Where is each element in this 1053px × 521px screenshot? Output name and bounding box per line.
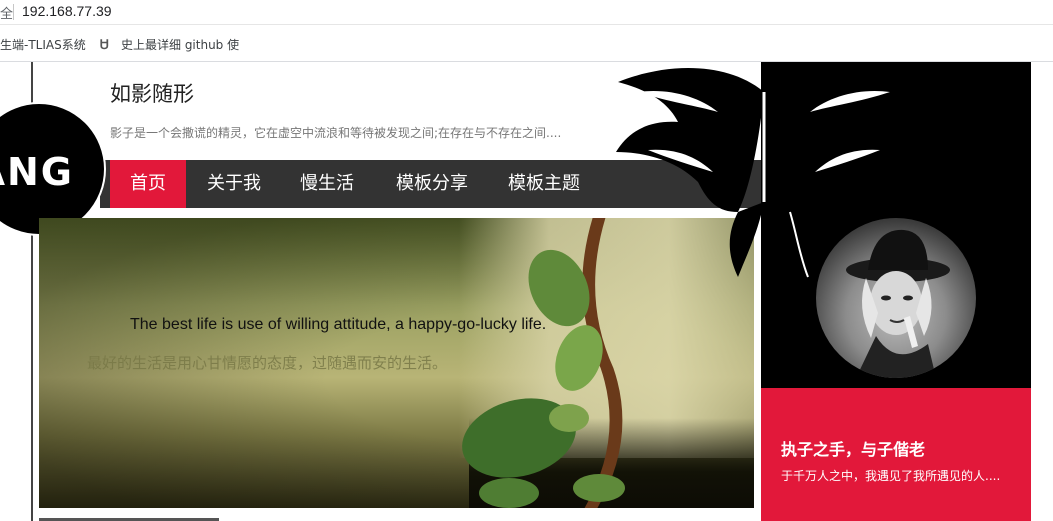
bookmark-github-label: 史上最详细 github 使 [121, 38, 240, 52]
url-text[interactable]: 192.168.77.39 [22, 3, 112, 19]
site-logo[interactable]: ANG [0, 102, 106, 236]
banner-headline: The best life is use of willing attitude… [130, 316, 547, 333]
bookmark-github[interactable]: Ꮜ 史上最详细 github 使 [100, 36, 239, 53]
sidebar-title: 执子之手，与子偕老 [781, 440, 926, 459]
nav-item-template-share[interactable]: 模板分享 [382, 160, 482, 208]
nav-item-slow-life[interactable]: 慢生活 [286, 160, 368, 208]
web-page: 如影随形 影子是一个会撒谎的精灵，它在虚空中流浪和等待被发现之间;在存在与不存在… [0, 62, 1053, 521]
nav-item-home[interactable]: 首页 [110, 160, 186, 208]
bookmarks-bar: 生端-TLIAS系统 Ꮜ 史上最详细 github 使 [0, 25, 1053, 62]
butterfly-decoration [616, 68, 912, 278]
address-bar[interactable]: 全 192.168.77.39 [0, 0, 1053, 25]
banner-caption: 最好的生活是用心甘情愿的态度，过随遇而安的生活。 [87, 354, 448, 372]
nav-item-template-theme[interactable]: 模板主题 [494, 160, 594, 208]
security-indicator[interactable]: 全 [0, 3, 13, 22]
logo-text: ANG [0, 150, 74, 194]
site-subtitle: 影子是一个会撒谎的精灵，它在虚空中流浪和等待被发现之间;在存在与不存在之间...… [110, 126, 562, 140]
nav-item-about[interactable]: 关于我 [194, 160, 274, 208]
address-separator [13, 4, 14, 20]
site-title[interactable]: 如影随形 [110, 78, 194, 108]
bookmark-tlias[interactable]: 生端-TLIAS系统 [0, 36, 86, 53]
sidebar-quote-card: 执子之手，与子偕老 于千万人之中，我遇见了我所遇见的人.... [761, 388, 1031, 521]
sidebar-description: 于千万人之中，我遇见了我所遇见的人.... [781, 469, 1001, 483]
bookmark-icon: Ꮜ [100, 38, 109, 53]
